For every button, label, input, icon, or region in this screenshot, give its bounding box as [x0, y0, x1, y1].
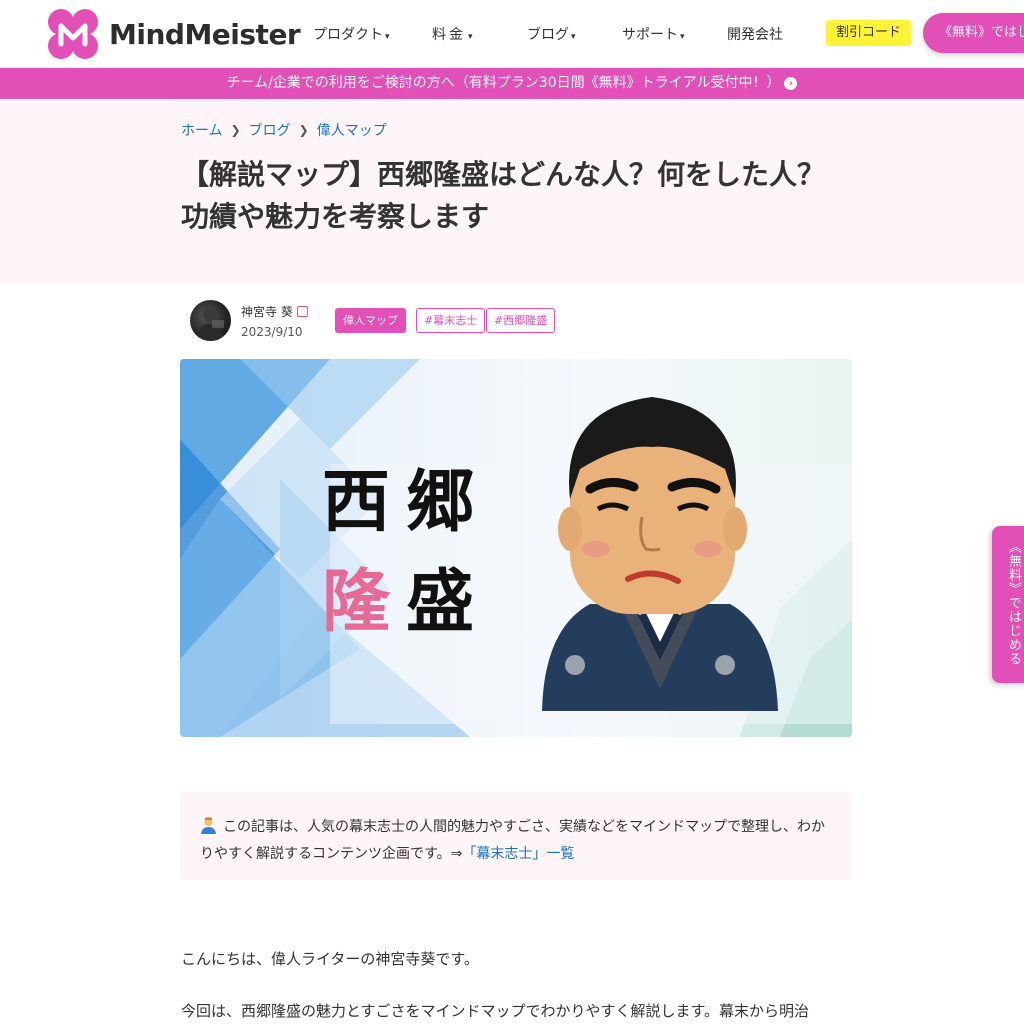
- bakumatsu-list-link[interactable]: 「幕末志士」一覧: [462, 846, 574, 862]
- nav-item-pricing[interactable]: 料金 ▾: [432, 24, 473, 44]
- hero-char-1: 西: [322, 463, 391, 542]
- publish-date: 2023/9/10: [241, 325, 303, 339]
- chevron-right-icon: ❯: [230, 123, 241, 137]
- chevron-down-icon: ▾: [680, 32, 685, 42]
- trial-banner[interactable]: チーム/企業での利用をご検討の方へ（有料プラン30日間《無料》トライアル受付中！…: [0, 68, 1024, 99]
- breadcrumb-blog[interactable]: ブログ: [249, 120, 291, 140]
- arrow-right-circle-icon: ›: [784, 76, 798, 90]
- brand-name: MindMeister: [109, 17, 301, 51]
- chevron-down-icon: ▾: [571, 32, 576, 42]
- hero-char-2: 郷: [406, 463, 475, 542]
- side-start-free-button[interactable]: 《無料》ではじめる: [992, 526, 1024, 683]
- nav-label: 料金: [432, 27, 466, 43]
- paragraph-1: こんにちは、偉人ライターの神宮寺葵です。: [181, 950, 479, 968]
- site-header: MindMeister プロダクト ▾ 料金 ▾ ブログ ▾ サポート ▾ 開発会社 割…: [0, 0, 1024, 68]
- article-header: ホーム ❯ ブログ ❯ 偉人マップ 【解説マップ】西郷隆盛はどんな人？何をした人…: [0, 99, 1024, 284]
- author-label: 神宮寺 葵: [241, 305, 293, 319]
- saigo-illustration: [542, 397, 778, 711]
- start-free-button[interactable]: 《無料》ではじめ: [923, 13, 1024, 53]
- chevron-right-icon: ❯: [298, 123, 309, 137]
- nav-label: プロダクト: [313, 27, 383, 43]
- side-cta-label: 《無料》ではじめる: [1006, 540, 1021, 666]
- nav-label: ブログ: [527, 27, 569, 43]
- chevron-down-icon: ▾: [468, 32, 473, 42]
- article-meta: 神宮寺 葵 2023/9/10 偉人マップ #幕末志士 #西郷隆盛: [190, 300, 850, 342]
- author-avatar[interactable]: [190, 300, 231, 341]
- tag-bakumatsu[interactable]: #幕末志士: [416, 308, 486, 333]
- nav-item-blog[interactable]: ブログ ▾: [527, 24, 576, 44]
- page-title: 【解説マップ】西郷隆盛はどんな人？何をした人？功績や魅力を考察します: [181, 158, 826, 233]
- hero-char-3: 隆: [322, 563, 391, 642]
- hero-image: 西 郷 隆 盛: [180, 359, 852, 737]
- banner-text: チーム/企業での利用をご検討の方へ（有料プラン30日間《無料》トライアル受付中！…: [226, 75, 781, 91]
- nav-label: 開発会社: [727, 27, 783, 43]
- chevron-down-icon: ▾: [385, 32, 390, 42]
- tag-saigo[interactable]: #西郷隆盛: [486, 308, 556, 333]
- breadcrumb-home[interactable]: ホーム: [181, 120, 223, 140]
- author-name[interactable]: 神宮寺 葵: [241, 303, 308, 320]
- coupon-button[interactable]: 割引コード: [826, 20, 912, 46]
- nav-item-support[interactable]: サポート ▾: [622, 24, 685, 44]
- breadcrumb-category[interactable]: 偉人マップ: [317, 120, 387, 140]
- breadcrumb: ホーム ❯ ブログ ❯ 偉人マップ: [181, 120, 387, 140]
- mindmeister-logo-icon: [47, 8, 99, 60]
- nav-item-company[interactable]: 開発会社: [727, 24, 783, 44]
- external-link-icon: [296, 306, 308, 317]
- hero-char-4: 盛: [406, 563, 475, 642]
- paragraph-2: 今回は、西郷隆盛の魅力とすごさをマインドマップでわかりやすく解説します。幕末から…: [181, 1002, 810, 1020]
- brand-logo[interactable]: MindMeister: [47, 8, 301, 60]
- intro-notice: この記事は、人気の幕末志士の人間的魅力やすごさ、実績などをマインドマップで整理し…: [180, 792, 852, 880]
- category-tag[interactable]: 偉人マップ: [335, 308, 406, 333]
- nav-label: サポート: [622, 27, 678, 43]
- nav-item-product[interactable]: プロダクト ▾: [313, 24, 390, 44]
- person-emoji-icon: [200, 817, 217, 834]
